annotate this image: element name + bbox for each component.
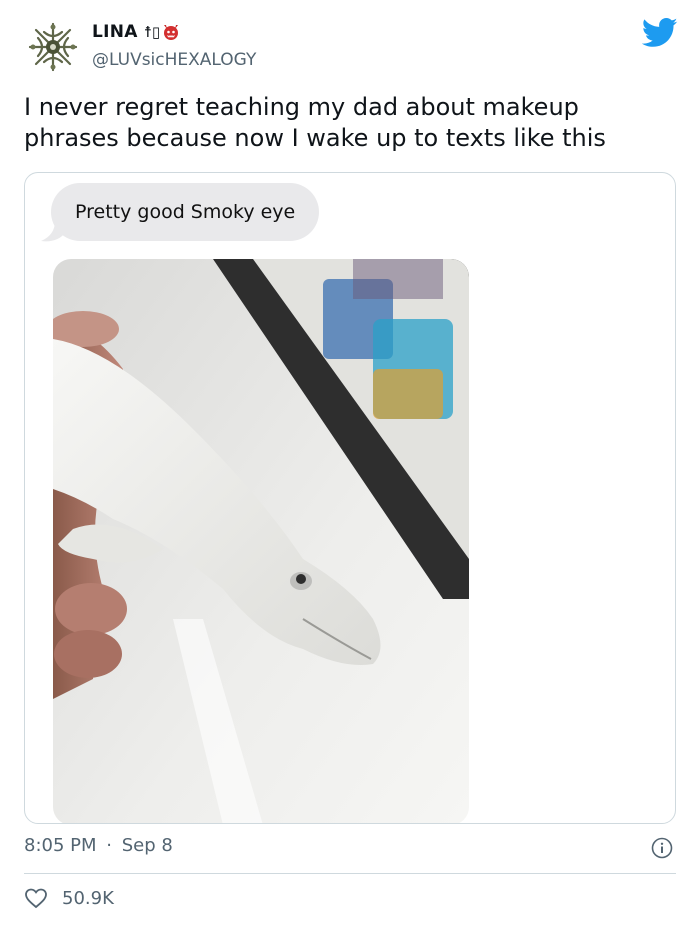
message-bubble: Pretty good Smoky eye — [51, 183, 320, 241]
author-name-row[interactable]: LINA ☨▯ — [92, 22, 180, 42]
like-count: 50.9K — [62, 887, 114, 909]
devil-face-icon — [162, 23, 180, 41]
info-icon[interactable] — [651, 837, 673, 859]
display-name[interactable]: LINA — [92, 22, 138, 42]
author-handle[interactable]: @LUVsicHEXALOGY — [92, 50, 256, 70]
avatar[interactable] — [24, 18, 82, 76]
tweet-timestamp[interactable]: 8:05 PM · Sep 8 — [24, 835, 173, 856]
tweet-media[interactable]: Pretty good Smoky eye — [24, 172, 676, 824]
divider — [24, 873, 676, 874]
bubble-tail-icon — [41, 221, 65, 242]
ornate-emblem-avatar-icon — [25, 19, 81, 75]
tweet-date[interactable]: Sep 8 — [122, 835, 173, 856]
timestamp-separator: · — [106, 835, 112, 856]
twitter-bird-icon[interactable] — [642, 18, 678, 48]
tweet-time[interactable]: 8:05 PM — [24, 835, 97, 856]
heart-icon[interactable] — [24, 886, 48, 910]
name-symbols: ☨▯ — [143, 23, 161, 41]
tweet-text: I never regret teaching my dad about mak… — [24, 93, 606, 152]
beluga-toy-photo[interactable] — [53, 259, 469, 823]
like-button[interactable]: 50.9K — [24, 886, 114, 910]
